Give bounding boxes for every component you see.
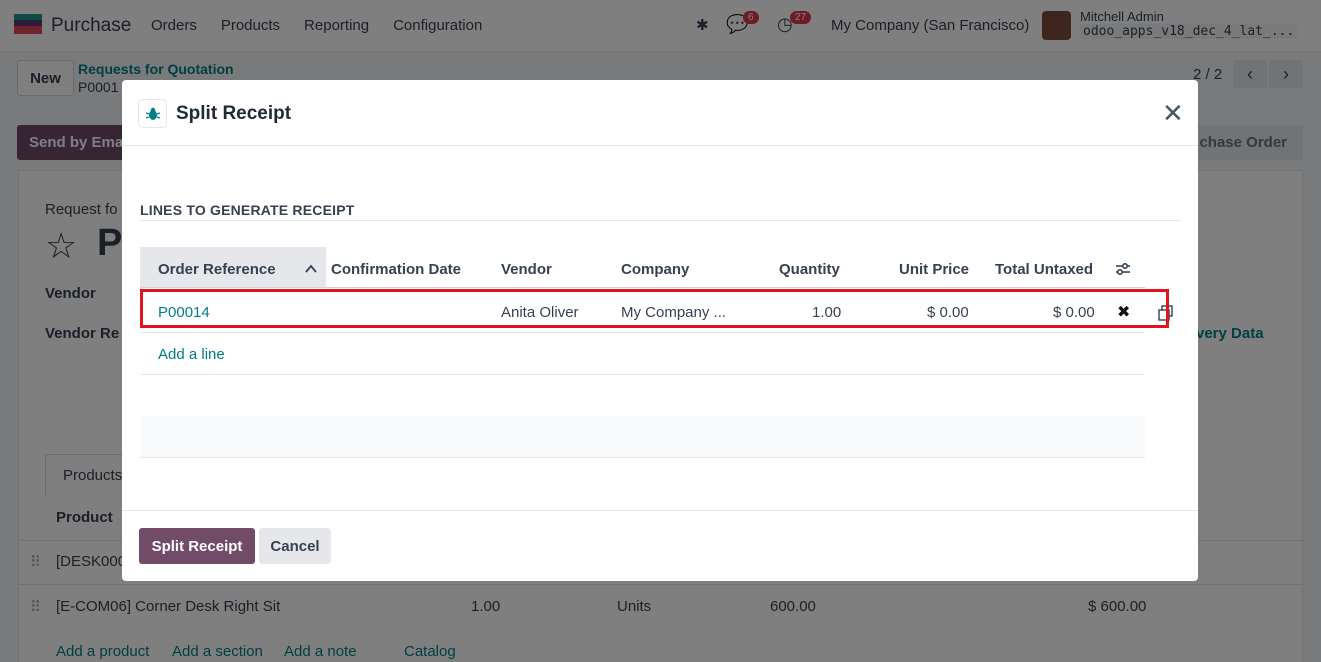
header-divider	[140, 287, 1145, 288]
split-receipt-dialog: Split Receipt ✕ LINES TO GENERATE RECEIP…	[122, 80, 1198, 581]
column-company[interactable]: Company	[621, 261, 689, 278]
debug-bug-icon[interactable]	[139, 100, 166, 127]
dialog-title: Split Receipt	[176, 103, 292, 124]
column-confirmation-date[interactable]: Confirmation Date	[331, 261, 461, 278]
row-divider	[140, 374, 1145, 375]
row-divider	[140, 332, 1145, 333]
column-unit-price[interactable]: Unit Price	[899, 261, 969, 278]
add-line-link[interactable]: Add a line	[158, 346, 225, 363]
column-quantity[interactable]: Quantity	[779, 261, 840, 278]
column-order-reference[interactable]: Order Reference	[158, 261, 276, 278]
column-settings-icon[interactable]	[1115, 262, 1131, 276]
cancel-button[interactable]: Cancel	[259, 528, 331, 564]
column-total-untaxed[interactable]: Total Untaxed	[995, 261, 1093, 278]
column-vendor[interactable]: Vendor	[501, 261, 552, 278]
empty-row	[140, 416, 1145, 457]
highlighted-row-outline	[140, 289, 1169, 328]
section-divider	[140, 220, 1181, 221]
close-icon[interactable]: ✕	[1162, 100, 1184, 126]
sort-ascending-icon[interactable]	[305, 263, 317, 275]
section-title: LINES TO GENERATE RECEIPT	[140, 202, 355, 218]
row-divider	[140, 457, 1145, 458]
dialog-header: Split Receipt ✕	[122, 80, 1198, 146]
split-receipt-button[interactable]: Split Receipt	[139, 528, 255, 564]
